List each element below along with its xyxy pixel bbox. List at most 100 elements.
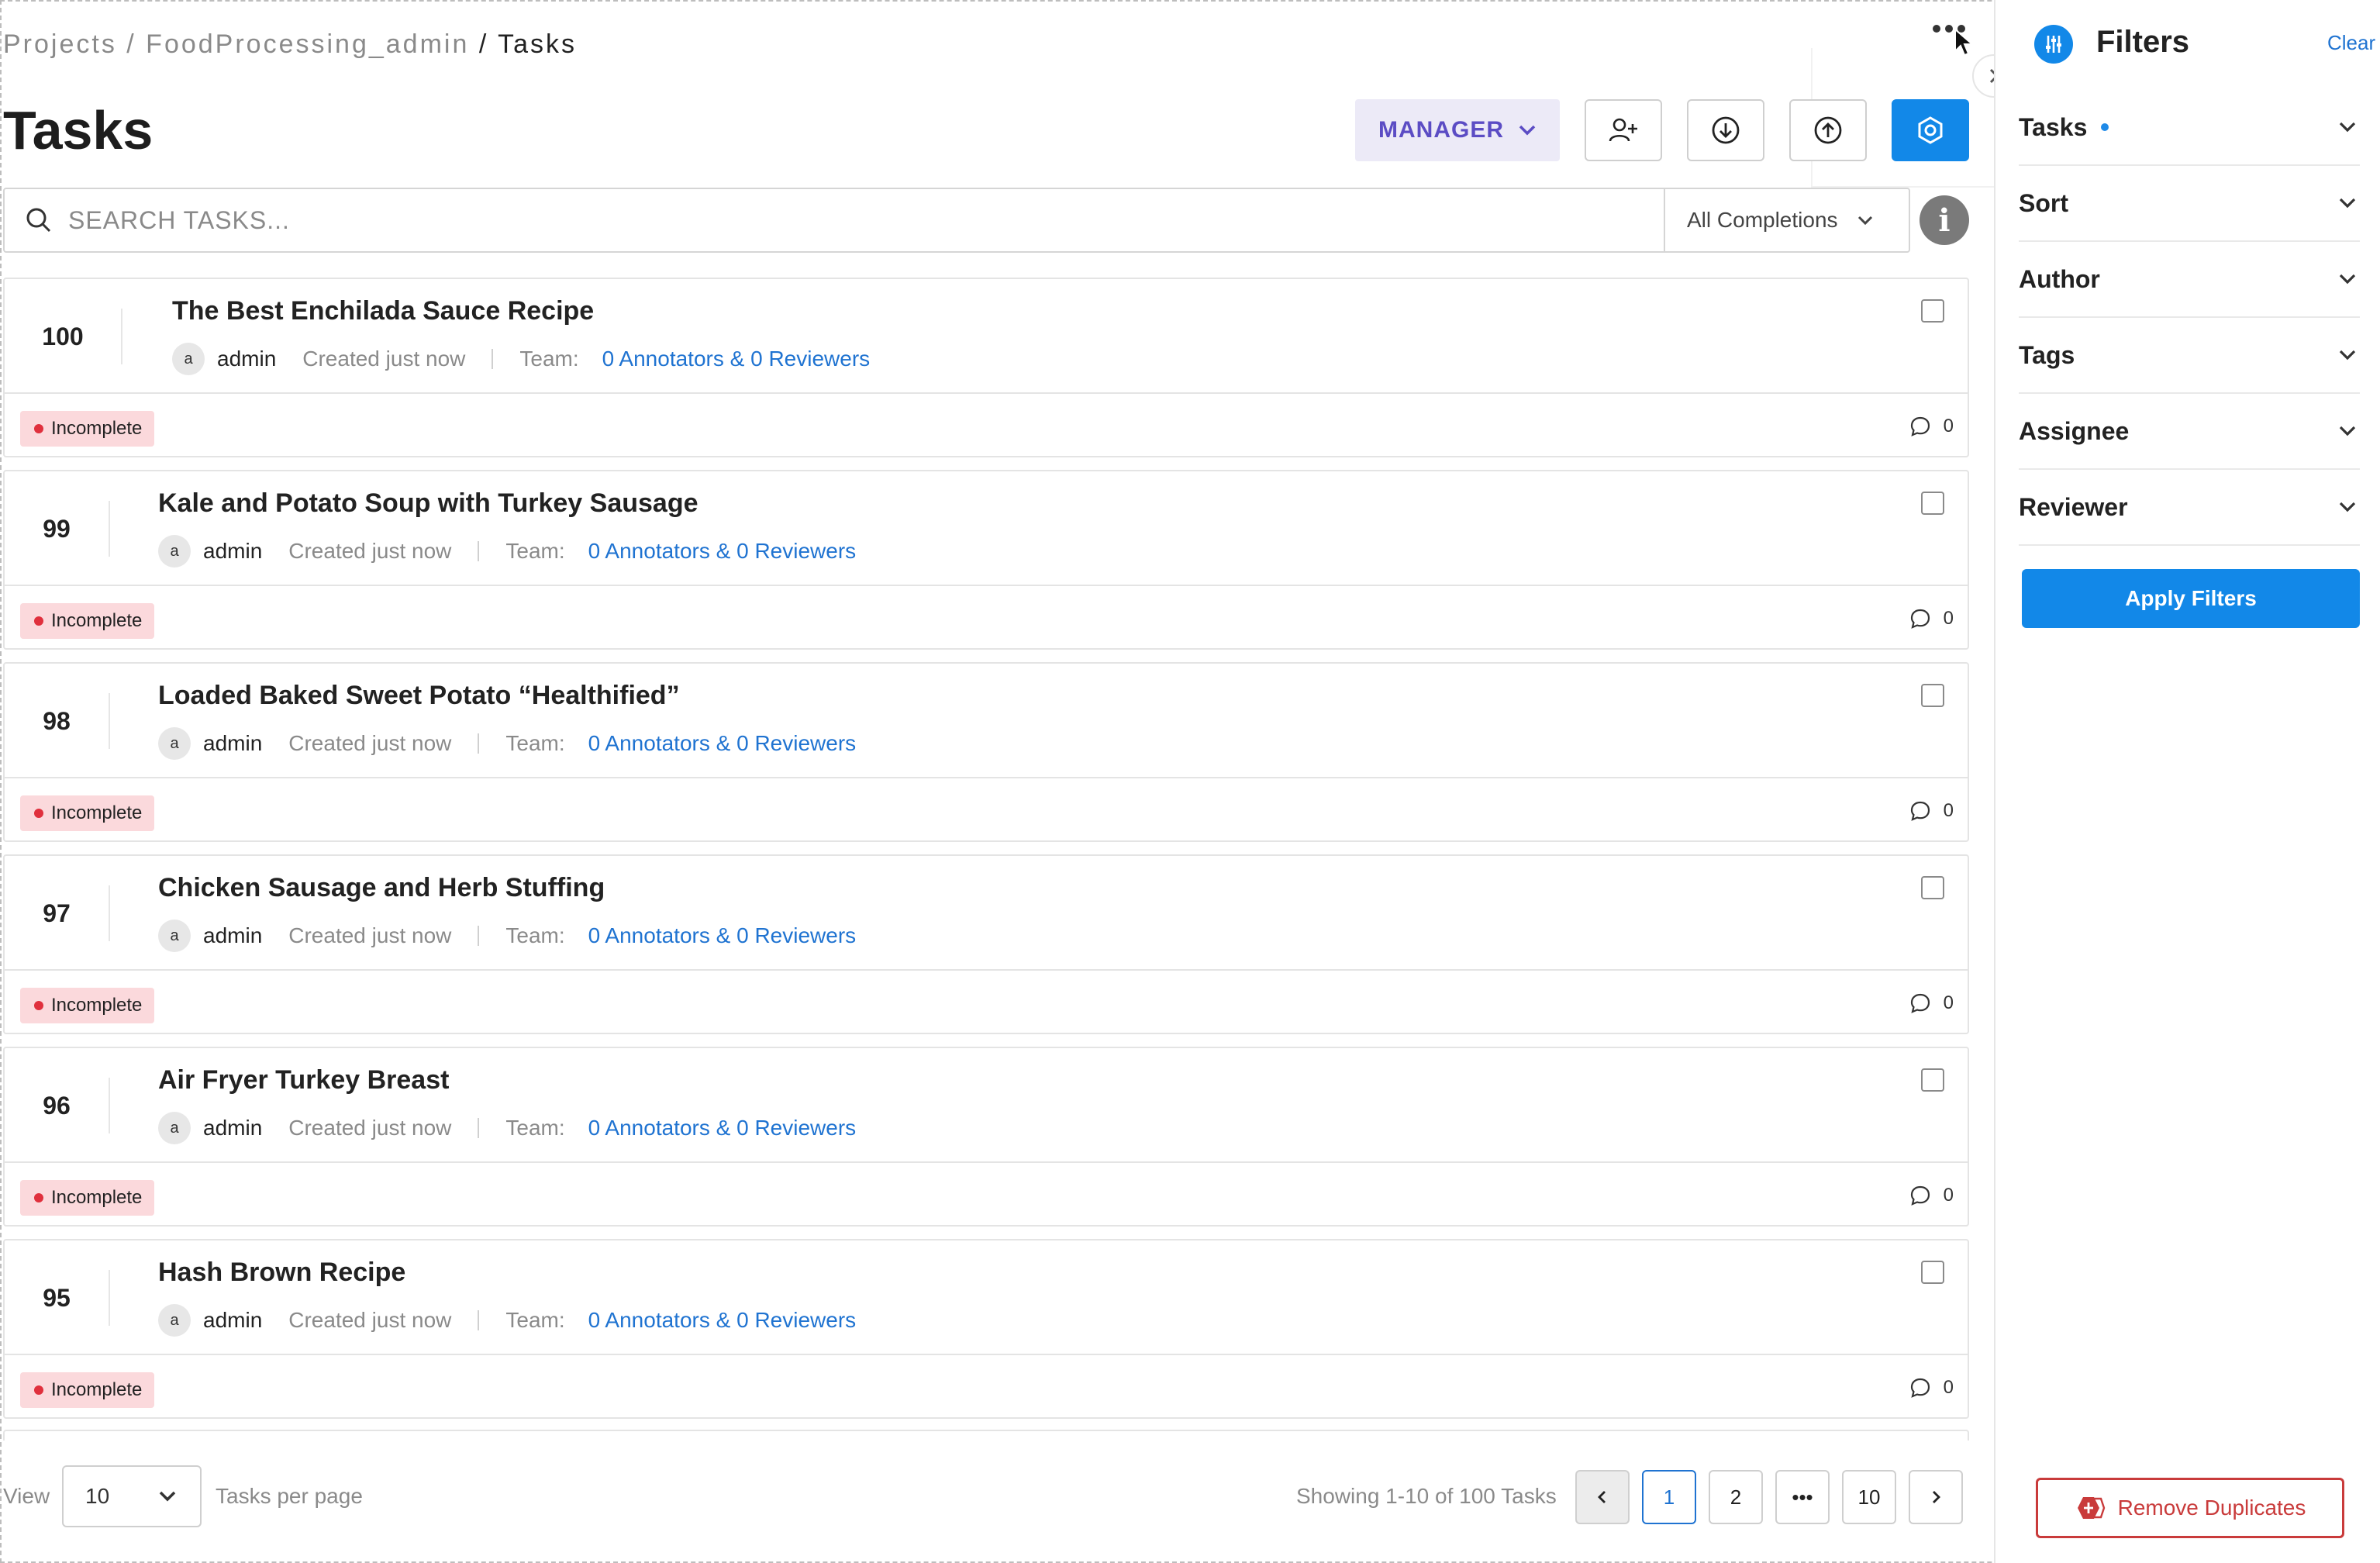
search-icon [26, 208, 51, 233]
task-meta: a admin Created just now Team: 0 Annotat… [158, 533, 856, 569]
per-page-value: 10 [85, 1484, 110, 1508]
per-page-select[interactable]: 10 [62, 1465, 202, 1527]
task-card[interactable]: 96 Air Fryer Turkey Breast a admin Creat… [3, 1047, 1969, 1227]
team-link[interactable]: 0 Annotators & 0 Reviewers [588, 923, 857, 948]
task-card-partial [3, 1430, 1969, 1441]
meta-divider [478, 733, 480, 754]
team-link[interactable]: 0 Annotators & 0 Reviewers [588, 1308, 857, 1333]
filter-section-assignee[interactable]: Assignee [2019, 394, 2360, 470]
breadcrumb-projects[interactable]: Projects / [3, 29, 136, 59]
meta-divider [478, 1310, 480, 1330]
comments-count[interactable]: 0 [1909, 1377, 1954, 1399]
info-icon[interactable]: i [1920, 195, 1969, 245]
task-title[interactable]: Kale and Potato Soup with Turkey Sausage [158, 488, 698, 519]
meta-divider [478, 926, 480, 946]
filter-section-tasks[interactable]: Tasks [2019, 90, 2360, 166]
status-label: Incomplete [51, 1187, 143, 1208]
assign-users-button[interactable] [1585, 99, 1662, 161]
task-card[interactable]: 99 Kale and Potato Soup with Turkey Saus… [3, 470, 1969, 650]
task-card-header: 99 Kale and Potato Soup with Turkey Saus… [5, 471, 1968, 586]
comments-count[interactable]: 0 [1909, 1185, 1954, 1206]
chevron-down-icon [2339, 198, 2356, 209]
team-link[interactable]: 0 Annotators & 0 Reviewers [602, 347, 871, 371]
task-checkbox[interactable] [1921, 299, 1944, 323]
task-created: Created just now [288, 1308, 452, 1332]
team-label: Team: [519, 347, 579, 371]
settings-button[interactable] [1892, 99, 1969, 161]
search-input[interactable] [68, 205, 1619, 235]
comment-icon [1910, 801, 1930, 821]
filter-section-label: Tasks [2019, 112, 2088, 141]
remove-duplicates-icon [2077, 1497, 2105, 1519]
task-title[interactable]: Chicken Sausage and Herb Stuffing [158, 873, 605, 903]
task-author: admin [203, 731, 263, 755]
filter-section-author[interactable]: Author [2019, 242, 2360, 318]
team-link[interactable]: 0 Annotators & 0 Reviewers [588, 539, 857, 564]
task-checkbox[interactable] [1921, 1261, 1944, 1284]
chevron-down-icon [2339, 426, 2356, 436]
team-link[interactable]: 0 Annotators & 0 Reviewers [588, 1116, 857, 1140]
comment-icon [1910, 993, 1930, 1013]
task-checkbox[interactable] [1921, 492, 1944, 515]
comment-icon [1910, 1185, 1930, 1206]
task-card[interactable]: 100 The Best Enchilada Sauce Recipe a ad… [3, 278, 1969, 457]
filter-section-tags[interactable]: Tags [2019, 318, 2360, 394]
task-meta: a admin Created just now Team: 0 Annotat… [158, 1110, 856, 1146]
team-label: Team: [505, 1308, 565, 1332]
avatar: a [158, 1112, 191, 1144]
task-title[interactable]: Hash Brown Recipe [158, 1258, 405, 1288]
remove-duplicates-button[interactable]: Remove Duplicates [2036, 1478, 2344, 1538]
clear-filters-link[interactable]: Clear [2327, 31, 2375, 55]
task-id: 97 [5, 885, 110, 941]
comments-count[interactable]: 0 [1909, 608, 1954, 630]
chevron-down-icon [1519, 125, 1536, 136]
page-button-10[interactable]: 10 [1842, 1470, 1896, 1524]
comments-value: 0 [1943, 992, 1954, 1013]
filter-section-label: Tags [2019, 340, 2075, 369]
task-card[interactable]: 98 Loaded Baked Sweet Potato “Healthifie… [3, 662, 1969, 842]
comments-count[interactable]: 0 [1909, 416, 1954, 437]
completions-filter-dropdown[interactable]: All Completions [1664, 189, 1910, 251]
page-button-1[interactable]: 1 [1642, 1470, 1696, 1524]
completions-filter-label: All Completions [1687, 208, 1838, 232]
filter-section-label: Sort [2019, 188, 2068, 217]
task-checkbox[interactable] [1921, 1068, 1944, 1092]
comments-count[interactable]: 0 [1909, 992, 1954, 1014]
comment-icon [1910, 1378, 1930, 1398]
breadcrumb-project[interactable]: FoodProcessing_admin [146, 29, 469, 59]
task-checkbox[interactable] [1921, 876, 1944, 899]
task-checkbox[interactable] [1921, 684, 1944, 707]
prev-page-button[interactable] [1575, 1470, 1630, 1524]
apply-filters-button[interactable]: Apply Filters [2022, 569, 2360, 628]
download-button[interactable] [1687, 99, 1764, 161]
avatar: a [158, 1304, 191, 1337]
task-card[interactable]: 97 Chicken Sausage and Herb Stuffing a a… [3, 854, 1969, 1034]
team-label: Team: [505, 1116, 565, 1140]
task-card-header: 96 Air Fryer Turkey Breast a admin Creat… [5, 1048, 1968, 1163]
task-created: Created just now [288, 923, 452, 947]
chevron-right-icon [1933, 1491, 1940, 1503]
task-title[interactable]: The Best Enchilada Sauce Recipe [172, 296, 594, 326]
chevron-down-icon [2339, 274, 2356, 285]
avatar: a [158, 727, 191, 760]
team-link[interactable]: 0 Annotators & 0 Reviewers [588, 731, 857, 756]
task-created: Created just now [288, 731, 452, 755]
filter-section-sort[interactable]: Sort [2019, 166, 2360, 242]
upload-button[interactable] [1789, 99, 1867, 161]
task-card[interactable]: 95 Hash Brown Recipe a admin Created jus… [3, 1239, 1969, 1419]
task-title[interactable]: Loaded Baked Sweet Potato “Healthified” [158, 681, 680, 711]
role-dropdown-button[interactable]: MANAGER [1355, 99, 1560, 161]
status-label: Incomplete [51, 1379, 143, 1400]
task-title[interactable]: Air Fryer Turkey Breast [158, 1065, 449, 1095]
filter-section-label: Assignee [2019, 416, 2130, 445]
comments-count[interactable]: 0 [1909, 800, 1954, 822]
task-id: 96 [5, 1078, 110, 1133]
filter-section-reviewer[interactable]: Reviewer [2019, 470, 2360, 546]
comments-value: 0 [1943, 416, 1954, 436]
status-badge: Incomplete [20, 1372, 155, 1408]
page-button-2[interactable]: 2 [1709, 1470, 1763, 1524]
task-meta: a admin Created just now Team: 0 Annotat… [158, 918, 856, 954]
next-page-button[interactable] [1909, 1470, 1963, 1524]
page-ellipsis-button[interactable]: ••• [1775, 1470, 1830, 1524]
task-created: Created just now [288, 539, 452, 563]
